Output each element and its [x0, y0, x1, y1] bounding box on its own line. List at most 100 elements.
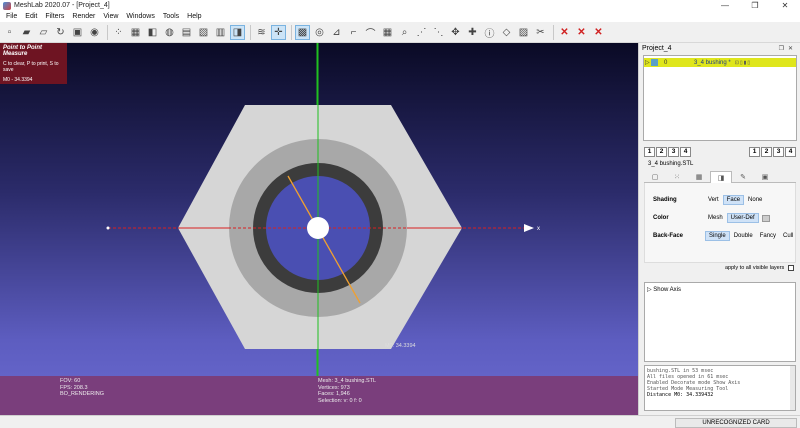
texture-icon[interactable]: ▤: [179, 25, 194, 40]
layer-list[interactable]: ▷ 0 3_4 bushing * ⊡▯▮▯: [643, 55, 797, 141]
info-icon[interactable]: ⓘ: [482, 25, 497, 40]
log-scrollbar[interactable]: [790, 366, 795, 410]
backface-row: Back-Face Single Double Fancy Cull: [653, 231, 797, 241]
status-bar: UNRECOGNIZED CARD: [0, 415, 800, 428]
light-icon[interactable]: ▥: [213, 25, 228, 40]
cut-icon[interactable]: ✂: [533, 25, 548, 40]
tab-wireframe-icon[interactable]: ▦: [688, 171, 710, 183]
reload-icon[interactable]: ↻: [53, 25, 68, 40]
new-project-icon[interactable]: ▫: [2, 25, 17, 40]
dock-controls[interactable]: ❐✕: [779, 45, 797, 52]
project-title: Project_4: [642, 45, 672, 52]
view-button-4[interactable]: 4: [680, 147, 691, 157]
menu-windows[interactable]: Windows: [122, 13, 158, 20]
view-button-4[interactable]: 4: [785, 147, 796, 157]
layer-dialog: Project_4 ❐✕ ▷ 0 3_4 bushing * ⊡▯▮▯ 1 2 …: [638, 43, 800, 415]
flat-shading-icon[interactable]: ◧: [145, 25, 160, 40]
menu-tools[interactable]: Tools: [159, 13, 183, 20]
globe-icon[interactable]: ◎: [312, 25, 327, 40]
show-axis-icon[interactable]: ✛: [271, 24, 286, 40]
box-icon[interactable]: ▧: [196, 25, 211, 40]
tab-faces-icon[interactable]: ◨: [710, 171, 732, 183]
menu-help[interactable]: Help: [183, 13, 205, 20]
delete-vertices-icon[interactable]: ✕: [557, 25, 572, 40]
color-userdef-option[interactable]: User-Def: [726, 213, 759, 223]
shading-face-option[interactable]: Face: [722, 195, 745, 205]
expand-arrow-icon[interactable]: ▷: [647, 287, 652, 293]
menu-filters[interactable]: Filters: [41, 13, 68, 20]
zoom-icon[interactable]: ⌕: [397, 25, 412, 40]
snapshot-icon[interactable]: ◉: [87, 25, 102, 40]
backface-single-option[interactable]: Single: [705, 231, 730, 241]
backface-double-option[interactable]: Double: [731, 232, 756, 240]
menu-edit[interactable]: Edit: [21, 13, 41, 20]
shading-vert-option[interactable]: Vert: [705, 196, 722, 204]
apply-all-row: apply to all visible layers: [725, 265, 795, 271]
decorator-list[interactable]: ▷ Show Axis: [644, 282, 796, 362]
maximize-button[interactable]: ❐: [740, 0, 770, 11]
close-button[interactable]: ✕: [770, 0, 800, 11]
manipulator-icon[interactable]: ✥: [448, 25, 463, 40]
decorator-label: Show Axis: [653, 287, 681, 293]
layer-view-icon[interactable]: ◨: [230, 24, 245, 40]
tab-box-icon[interactable]: ▢: [644, 171, 666, 183]
pick-points-icon[interactable]: ✚: [465, 25, 480, 40]
tab-texture-icon[interactable]: ✎: [732, 171, 754, 183]
apply-all-checkbox[interactable]: [788, 265, 795, 271]
x-axis-start-dot: [106, 226, 110, 230]
smooth-shading-icon[interactable]: ◍: [162, 25, 177, 40]
title-bar: MeshLab 2020.07 - [Project_4] — ❐ ✕: [0, 0, 800, 11]
decorator-item[interactable]: ▷ Show Axis: [645, 283, 795, 296]
grid-icon[interactable]: ▦: [380, 25, 395, 40]
view-button-2[interactable]: 2: [656, 147, 667, 157]
visibility-eye-icon[interactable]: [651, 59, 658, 66]
backface-cull-option[interactable]: Cull: [780, 232, 796, 240]
layer-name: 3_4 bushing *: [694, 59, 731, 66]
view-button-3[interactable]: 3: [668, 147, 679, 157]
x-axis-arrow: [524, 224, 534, 232]
layers-icon[interactable]: ≋: [254, 25, 269, 40]
measure-panel-result: M0 - 34.3394: [3, 77, 33, 83]
select-connected-icon[interactable]: ⋱: [431, 25, 446, 40]
mesh-render: x: [106, 43, 540, 376]
layer-dialog-header: Project_4 ❐✕: [639, 43, 800, 54]
view-button-1[interactable]: 1: [644, 147, 655, 157]
x-axis-label: x: [537, 226, 540, 232]
menu-file[interactable]: File: [2, 13, 21, 20]
tab-points-icon[interactable]: ⁙: [666, 171, 688, 183]
paint-icon[interactable]: ⌒: [363, 25, 378, 40]
shading-none-option[interactable]: None: [745, 196, 765, 204]
quality-icon[interactable]: ◇: [499, 25, 514, 40]
tab-decorators-icon[interactable]: ▣: [754, 171, 776, 183]
toolbar-divider: [107, 24, 108, 40]
menu-render[interactable]: Render: [68, 13, 99, 20]
open-project-icon[interactable]: ▰: [19, 25, 34, 40]
save-icon[interactable]: ▣: [70, 25, 85, 40]
view-button-2[interactable]: 2: [761, 147, 772, 157]
select-faces-icon[interactable]: ▩: [295, 24, 310, 40]
color-mesh-option[interactable]: Mesh: [705, 214, 726, 222]
backface-fancy-option[interactable]: Fancy: [757, 232, 779, 240]
point-cloud-icon[interactable]: ⁘: [111, 25, 126, 40]
select-vertex-icon[interactable]: ⋰: [414, 25, 429, 40]
fill-icon[interactable]: ▨: [516, 25, 531, 40]
delete-faces-icon[interactable]: ✕: [574, 25, 589, 40]
menu-view[interactable]: View: [99, 13, 122, 20]
view-button-3[interactable]: 3: [773, 147, 784, 157]
layer-tag-icons: ⊡▯▮▯: [734, 59, 752, 66]
delete-selection-icon[interactable]: ✕: [591, 25, 606, 40]
log-window[interactable]: bushing.STL in 53 msec All files opened …: [644, 365, 796, 411]
import-mesh-icon[interactable]: ▱: [36, 25, 51, 40]
wireframe-icon[interactable]: ▦: [128, 25, 143, 40]
backface-label: Back-Face: [653, 233, 684, 239]
view-button-1[interactable]: 1: [749, 147, 760, 157]
toolbar-divider: [250, 24, 251, 40]
3d-viewport[interactable]: x Point to Point Measure C to clear, P t…: [0, 43, 638, 415]
align-icon[interactable]: ⊿: [329, 25, 344, 40]
minimize-button[interactable]: —: [710, 0, 740, 11]
layer-row[interactable]: ▷ 0 3_4 bushing * ⊡▯▮▯: [644, 58, 796, 67]
measure-panel-hint: C to clear, P to print, S to save: [3, 61, 59, 73]
measure-icon[interactable]: ⌐: [346, 25, 361, 40]
color-picker-swatch[interactable]: [761, 214, 770, 222]
measure-tool-panel: Point to Point Measure C to clear, P to …: [0, 43, 67, 84]
